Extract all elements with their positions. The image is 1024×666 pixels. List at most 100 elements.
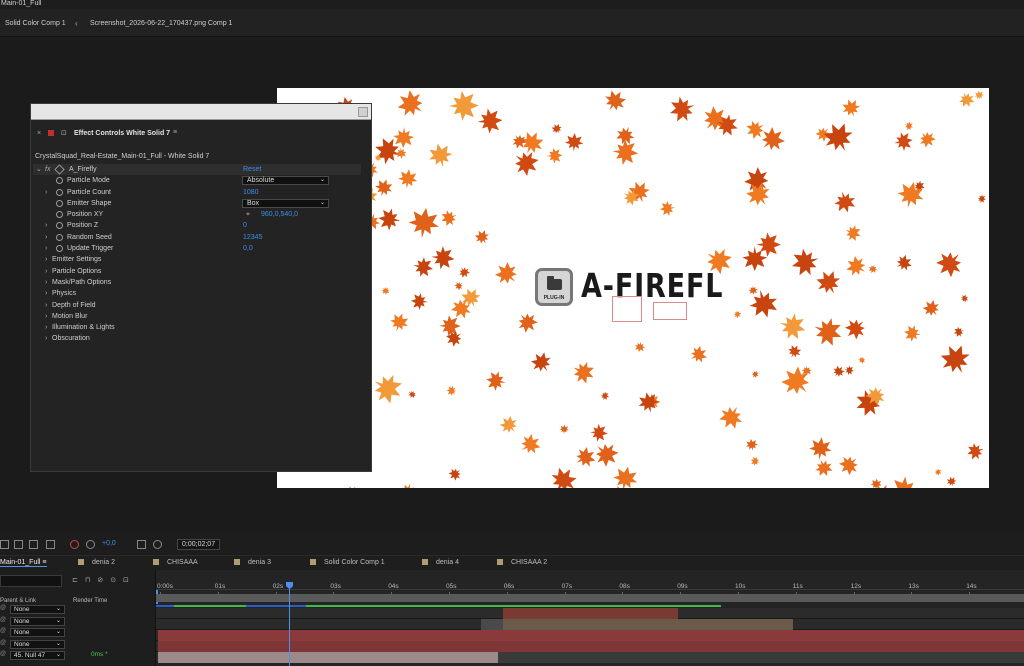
effect-property-row[interactable]: Particle Mode Absolute ⌄ xyxy=(33,175,361,186)
expand-arrow-icon[interactable]: › xyxy=(45,322,47,333)
layer-bar[interactable] xyxy=(158,652,498,663)
exposure-value[interactable]: +0,0 xyxy=(102,540,116,547)
timeline-switches-icons[interactable]: ⊏⊓⊘⊙⊡ xyxy=(72,576,136,584)
effect-property-row[interactable]: › Random Seed 12345 xyxy=(33,232,361,243)
timeline-tab[interactable]: denia 4 xyxy=(422,559,459,566)
property-group-row[interactable]: › Motion Blur xyxy=(33,311,361,322)
effect-header-row[interactable]: ⌄ fx A_Firefly Reset xyxy=(33,164,361,176)
layer-bar[interactable] xyxy=(158,641,1024,652)
expand-arrow-icon[interactable]: › xyxy=(45,266,47,277)
property-group-row[interactable]: › Emitter Settings xyxy=(33,254,361,265)
crosshair-icon[interactable]: ⌖ xyxy=(246,209,250,220)
composition-canvas[interactable]: PLUG-IN A-FIREFL xyxy=(277,88,989,488)
mask-visibility-icon[interactable] xyxy=(29,540,38,549)
effect-property-row[interactable]: Emitter Shape Box ⌄ xyxy=(33,198,361,209)
layer-row[interactable]: @ None ⌄ xyxy=(0,627,155,638)
expand-arrow-icon[interactable]: › xyxy=(45,300,47,311)
work-area-bar[interactable] xyxy=(156,594,1024,602)
expand-arrow-icon[interactable]: › xyxy=(45,311,47,322)
property-value[interactable]: 0 xyxy=(243,220,247,231)
camera-icon[interactable] xyxy=(137,540,146,549)
lock-icon[interactable]: ⊡ xyxy=(61,129,67,137)
property-value[interactable]: 1080 xyxy=(243,187,259,198)
playhead[interactable] xyxy=(289,582,290,666)
property-value[interactable]: 12345 xyxy=(243,232,262,243)
timeline-tab[interactable]: denia 2 xyxy=(78,559,115,566)
parent-dropdown[interactable]: None ⌄ xyxy=(10,628,65,637)
color-wheel-icon[interactable] xyxy=(70,540,79,549)
layer-track[interactable] xyxy=(156,652,1024,663)
stopwatch-icon[interactable] xyxy=(56,211,63,219)
effect-controls-tab[interactable]: × ⊡ Effect Controls White Solid 7 ≡ xyxy=(31,127,371,143)
parent-dropdown[interactable]: None ⌄ xyxy=(10,639,65,649)
effect-property-row[interactable]: › Update Trigger 0,0 xyxy=(33,243,361,254)
breadcrumb-item-solid-color-comp[interactable]: Solid Color Comp 1 xyxy=(5,20,66,27)
layer-search-input[interactable] xyxy=(0,575,62,587)
breadcrumb-item-screenshot-comp[interactable]: Screenshot_2026-06-22_170437.png Comp 1 xyxy=(90,20,232,27)
pickwhip-icon[interactable]: @ xyxy=(0,651,6,657)
current-time-display[interactable]: 0;00;02;07 xyxy=(177,539,221,550)
parent-dropdown[interactable]: None ⌄ xyxy=(10,605,65,614)
stopwatch-icon[interactable] xyxy=(56,177,63,185)
layer-row[interactable]: @ None ⌄ xyxy=(0,604,155,615)
property-group-row[interactable]: › Illumination & Lights xyxy=(33,322,361,333)
pickwhip-icon[interactable]: @ xyxy=(0,605,6,611)
timeline-track-area[interactable]: 0:00s 01s 02s 03s 04s 05s 06s 07s 08s 09s 10s 11s 12… xyxy=(155,570,1024,666)
stopwatch-icon[interactable] xyxy=(56,245,63,253)
breadcrumb-back-icon[interactable]: ‹ xyxy=(75,19,78,28)
layer-row[interactable]: @ None ⌄ xyxy=(0,639,155,650)
expand-arrow-icon[interactable]: › xyxy=(45,232,47,243)
layer-bar[interactable] xyxy=(503,619,793,630)
effect-property-row[interactable]: › Particle Count 1080 xyxy=(33,187,361,198)
show-snapshot-icon[interactable] xyxy=(153,540,162,549)
tab-main-01-full[interactable]: Main-01_Full ≡ xyxy=(0,559,47,567)
layer-bar[interactable] xyxy=(481,619,503,630)
fx-toggle[interactable]: fx xyxy=(45,164,50,175)
property-dropdown[interactable]: Absolute ⌄ xyxy=(242,176,329,186)
property-group-row[interactable]: › Physics xyxy=(33,288,361,299)
property-group-row[interactable]: › Mask/Path Options xyxy=(33,277,361,288)
timeline-tab[interactable]: denia 3 xyxy=(234,559,271,566)
expand-arrow-icon[interactable]: › xyxy=(45,220,47,231)
expand-arrow-icon[interactable]: › xyxy=(45,333,47,344)
pickwhip-icon[interactable]: @ xyxy=(0,617,6,623)
reset-link[interactable]: Reset xyxy=(243,164,261,175)
exposure-icon[interactable] xyxy=(86,540,95,549)
stopwatch-icon[interactable] xyxy=(56,233,63,241)
panel-menu-icon[interactable]: ≡ xyxy=(173,129,177,136)
layer-track[interactable] xyxy=(156,608,1024,619)
mask-handle[interactable] xyxy=(612,296,642,322)
transparency-grid-icon[interactable] xyxy=(14,540,23,549)
layer-bar[interactable] xyxy=(503,608,678,619)
layer-bar[interactable] xyxy=(158,630,1024,641)
layer-row[interactable]: @45. Null 47 ⌄ 0ms * xyxy=(0,650,155,661)
property-value[interactable]: 960,0,540,0 xyxy=(261,209,298,220)
expand-arrow-icon[interactable]: › xyxy=(45,243,47,254)
expand-arrow-icon[interactable]: › xyxy=(45,187,47,198)
property-group-row[interactable]: › Particle Options xyxy=(33,266,361,277)
close-icon[interactable]: × xyxy=(37,130,41,137)
stopwatch-icon[interactable] xyxy=(56,188,63,196)
pickwhip-icon[interactable]: @ xyxy=(0,640,6,646)
panel-maximize-icon[interactable] xyxy=(358,107,368,117)
parent-dropdown[interactable]: 45. Null 47 ⌄ xyxy=(10,651,65,660)
property-group-row[interactable]: › Depth of Field xyxy=(33,300,361,311)
layer-track[interactable] xyxy=(156,619,1024,630)
property-dropdown[interactable]: Box ⌄ xyxy=(242,198,329,208)
pickwhip-icon[interactable]: @ xyxy=(0,628,6,634)
tab-menu-icon[interactable]: ≡ xyxy=(42,559,46,566)
property-group-row[interactable]: › Obscuration xyxy=(33,333,361,344)
parent-dropdown[interactable]: None ⌄ xyxy=(10,616,65,626)
stopwatch-icon[interactable] xyxy=(56,222,63,230)
stopwatch-icon[interactable] xyxy=(56,199,63,207)
layer-bar[interactable] xyxy=(498,652,1024,663)
layer-row[interactable]: @ None ⌄ xyxy=(0,616,155,627)
collapse-arrow-icon[interactable]: ⌄ xyxy=(36,164,42,175)
property-value[interactable]: 0,0 xyxy=(243,243,253,254)
timeline-tab[interactable]: Solid Color Comp 1 xyxy=(310,559,385,566)
timeline-tab[interactable]: CHISAAA 2 xyxy=(497,559,547,566)
layer-track[interactable] xyxy=(156,630,1024,641)
effect-property-row[interactable]: › Position Z 0 xyxy=(33,220,361,231)
effect-property-row[interactable]: Position XY ⌖ 960,0,540,0 xyxy=(33,209,361,220)
layer-track[interactable] xyxy=(156,641,1024,652)
